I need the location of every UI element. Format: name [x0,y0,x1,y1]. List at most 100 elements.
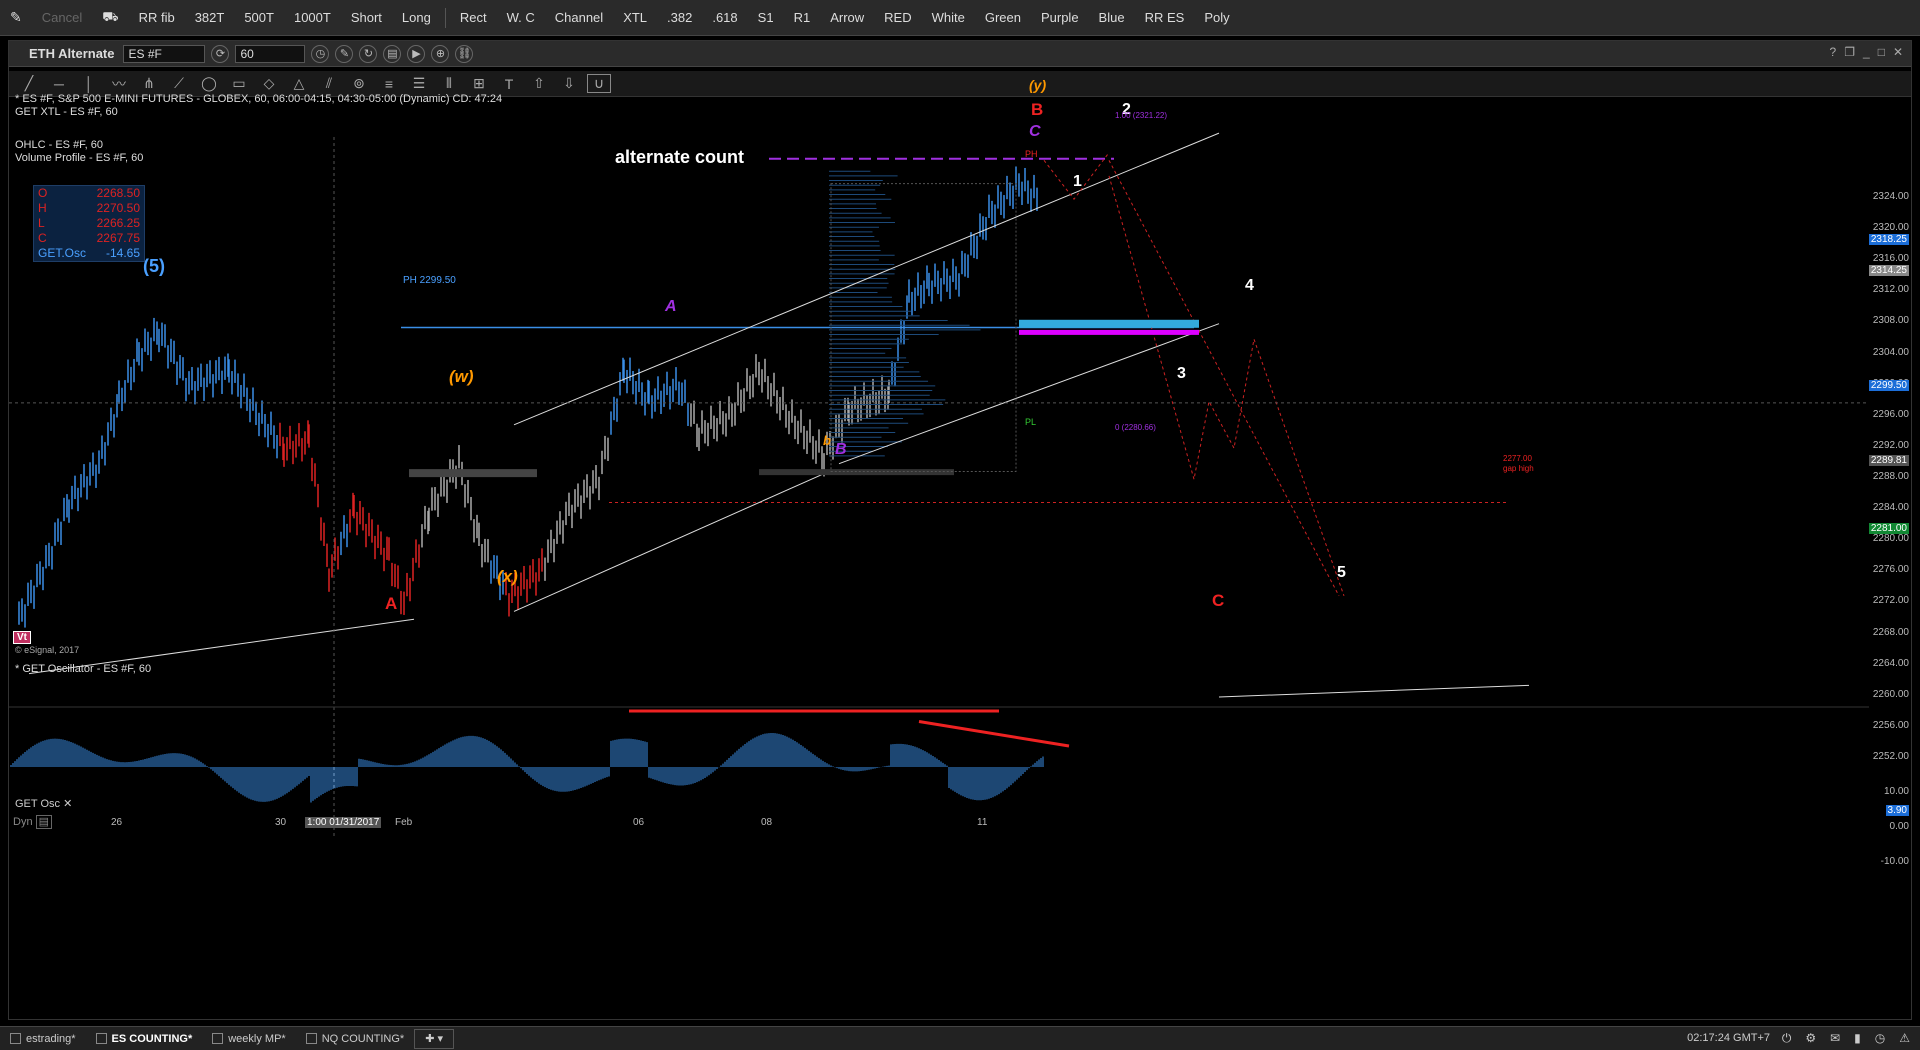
toolbar-item-rect[interactable]: Rect [450,10,497,25]
line-tool-icon[interactable]: ╱ [17,75,41,92]
price-tag-ph: 2299.50 [1869,380,1909,391]
hline-tool-icon[interactable]: ─ [47,76,71,92]
restore-icon[interactable]: ❐ [1844,45,1855,59]
toolbar-item-r1[interactable]: R1 [784,10,821,25]
toolbar-item-rr-es[interactable]: RR ES [1135,10,1195,25]
toolbar-item-red[interactable]: RED [874,10,921,25]
ohlc-osc-value: -14.65 [106,246,140,261]
close-osc-icon[interactable]: ✕ [63,798,72,810]
eraser-tool-icon[interactable]: ◇ [257,75,281,92]
cart-icon[interactable]: ⛟ [92,9,128,27]
toolbar-item-382[interactable]: .382 [657,10,702,25]
close-icon[interactable]: ✕ [1893,45,1903,59]
vt-badge[interactable]: Vt [13,631,31,644]
chat-icon[interactable]: ✉ [1830,1031,1840,1046]
settings-icon[interactable]: ⚙ [1805,1031,1816,1046]
tab-nq-counting[interactable]: NQ COUNTING* [296,1029,415,1049]
tab-weekly-mp[interactable]: weekly MP* [202,1029,295,1049]
arrow-down-icon[interactable]: ⇩ [557,75,581,92]
toolbar-item-short[interactable]: Short [341,10,392,25]
signal-icon[interactable]: ▮ [1854,1031,1861,1046]
trendline-bottom[interactable] [1219,685,1529,697]
wave-x-label: (x) [497,567,518,587]
ph-small-label: PH [1025,149,1038,159]
play-icon[interactable]: ▶ [407,45,425,63]
pitchfork-icon[interactable]: ⋔ [137,75,161,92]
text-tool-icon[interactable]: T [497,76,521,92]
channel-lower-line[interactable] [514,471,829,611]
minimize-icon[interactable]: _ [1863,45,1870,59]
fib-bottom-label: 0 (2280.66) [1115,423,1156,432]
tab-es-counting[interactable]: ES COUNTING* [86,1029,203,1049]
zoom-icon[interactable]: ⊕ [431,45,449,63]
rectangle-tool-icon[interactable]: ▭ [227,75,251,92]
toolbar-item-blue[interactable]: Blue [1089,10,1135,25]
clock-icon[interactable]: ◷ [311,45,329,63]
wave-b-small-label: b [823,433,831,448]
toolbar-divider [445,8,446,28]
toolbar-item-purple[interactable]: Purple [1031,10,1089,25]
toolbar-item-382t[interactable]: 382T [185,10,235,25]
price-chart[interactable] [9,97,1869,1027]
projection-wave-path[interactable] [1109,176,1344,596]
template-icon[interactable]: ▤ [383,45,401,63]
channel-tool-icon[interactable]: ⫽ [317,75,341,92]
toolbar-item-500t[interactable]: 500T [234,10,284,25]
fan-tool-icon[interactable]: ⟋ [167,75,191,92]
wave-4-label: 4 [1245,277,1254,295]
toolbar-item-cancel[interactable]: Cancel [32,10,92,25]
channel-mid-line[interactable] [839,324,1219,464]
osc-arrow-2[interactable] [919,722,1069,747]
tab-checkbox[interactable] [306,1033,317,1044]
value-area-magenta[interactable] [1019,330,1199,335]
wave-tool-icon[interactable]: 〰 [107,74,131,94]
price-tick: 2256.00 [1873,720,1909,731]
warning-icon[interactable]: ⚠ [1899,1031,1910,1046]
pencil-icon[interactable]: ✎ [335,45,353,63]
fib-tool-icon[interactable]: ≡ [377,76,401,92]
time-tool-icon[interactable]: ⦀ [437,75,461,92]
ellipse-tool-icon[interactable]: ◯ [197,75,221,92]
clock-icon[interactable]: ◷ [1875,1031,1885,1046]
interval-input[interactable] [235,45,305,63]
price-scale[interactable]: 2324.00 2320.00 2316.00 2312.00 2308.00 2304.… [1871,101,1913,1031]
toolbar-item-wc[interactable]: W. C [497,10,545,25]
reload-icon[interactable]: ↻ [359,45,377,63]
power-icon[interactable]: ⏻ [1782,1031,1792,1046]
cycle-tool-icon[interactable]: ⊚ [347,75,371,92]
toolbar-item-xtl[interactable]: XTL [613,10,657,25]
symbol-input[interactable] [123,45,205,63]
tab-checkbox[interactable] [96,1033,107,1044]
magnet-icon[interactable]: ∪ [587,74,611,93]
toolbar-item-1000t[interactable]: 1000T [284,10,341,25]
toolbar-item-channel[interactable]: Channel [545,10,613,25]
toolbar-item-rr-fib[interactable]: RR fib [129,10,185,25]
toolbar-item-white[interactable]: White [922,10,975,25]
help-icon[interactable]: ? [1830,45,1837,59]
toolbar-item-green[interactable]: Green [975,10,1031,25]
toolbar-item-arrow[interactable]: Arrow [820,10,874,25]
tab-checkbox[interactable] [10,1033,21,1044]
add-tab-button[interactable]: ✚ ▾ [414,1029,454,1049]
vline-tool-icon[interactable]: │ [77,76,101,92]
link-icon[interactable]: ⛓ [455,45,473,63]
toolbar-item-618[interactable]: .618 [702,10,747,25]
gray-zone-left[interactable] [409,469,537,477]
toolbar-item-long[interactable]: Long [392,10,441,25]
value-area-cyan[interactable] [1019,320,1199,328]
toolbar-item-s1[interactable]: S1 [748,10,784,25]
gray-zone-mid[interactable] [759,469,954,475]
price-tag-mid: 2289.81 [1869,455,1909,466]
toolbar-item-poly[interactable]: Poly [1194,10,1239,25]
gann-tool-icon[interactable]: ⊞ [467,75,491,92]
ohlc-open-value: 2268.50 [97,186,140,201]
refresh-icon[interactable]: ⟳ [211,45,229,63]
fib-ext-tool-icon[interactable]: ☰ [407,75,431,92]
arrow-up-icon[interactable]: ⇧ [527,75,551,92]
triangle-tool-icon[interactable]: △ [287,75,311,92]
projection-red-line[interactable] [1109,160,1339,596]
maximize-icon[interactable]: □ [1878,45,1885,59]
tab-checkbox[interactable] [212,1033,223,1044]
tab-estrading[interactable]: estrading* [0,1029,86,1049]
drawing-tool-icon[interactable]: ✎ [0,9,32,26]
